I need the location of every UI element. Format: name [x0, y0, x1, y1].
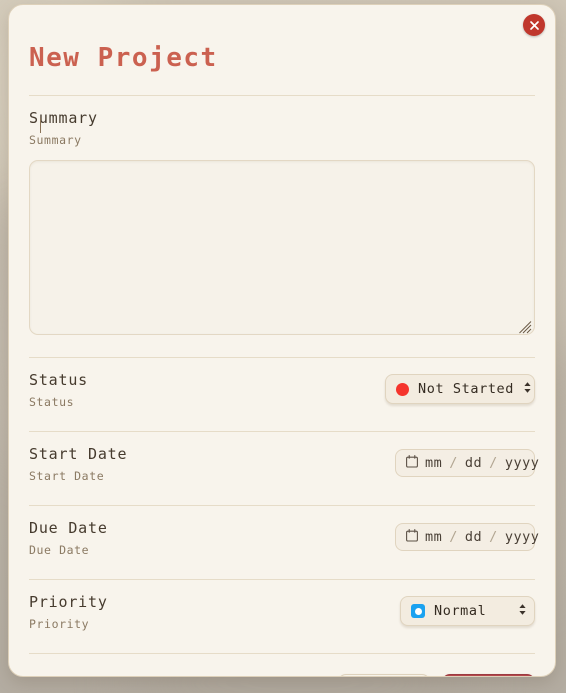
status-dot-icon [396, 382, 409, 396]
due-date-placeholder-year: yyyy [504, 529, 540, 545]
new-project-modal: New Project Summary Summary Status Statu… [8, 4, 556, 677]
start-date-separator: / [489, 455, 498, 471]
status-sublabel: Status [29, 395, 75, 409]
status-select[interactable]: Not Started [385, 374, 535, 404]
due-date-separator: / [489, 529, 498, 545]
field-priority: Priority Priority Normal [29, 580, 535, 631]
due-date-placeholder-month: mm [425, 529, 443, 545]
priority-select[interactable]: Normal [400, 596, 535, 626]
page-title: New Project [29, 43, 218, 73]
priority-square-icon [411, 604, 425, 618]
modal-footer: Cancel Submit [29, 654, 535, 676]
chevron-up-down-icon [518, 603, 527, 620]
status-labels: Status Status [29, 371, 88, 409]
due-date-placeholder-day: dd [464, 529, 483, 545]
due-date-label: Due Date [29, 519, 108, 537]
field-summary: Summary Summary [29, 96, 535, 335]
calendar-icon [406, 528, 418, 546]
text-caret [40, 118, 41, 133]
priority-selected-value: Normal [434, 603, 487, 619]
calendar-icon [406, 454, 418, 472]
start-date-labels: Start Date Start Date [29, 445, 127, 483]
field-start-date: Start Date Start Date mm / dd / yyyy [29, 432, 539, 483]
due-date-input[interactable]: mm / dd / yyyy [395, 523, 539, 551]
priority-sublabel: Priority [29, 617, 90, 631]
priority-labels: Priority Priority [29, 593, 108, 631]
due-date-labels: Due Date Due Date [29, 519, 108, 557]
status-selected-value: Not Started [418, 381, 515, 397]
priority-label: Priority [29, 593, 108, 611]
start-date-placeholder-year: yyyy [504, 455, 540, 471]
summary-sublabel: Summary [29, 133, 82, 147]
start-date-placeholder-month: mm [425, 455, 443, 471]
start-date-placeholder-day: dd [464, 455, 483, 471]
cancel-button[interactable]: Cancel [337, 674, 431, 676]
submit-button[interactable]: Submit [442, 674, 535, 676]
start-date-sublabel: Start Date [29, 469, 105, 483]
modal-body: New Project Summary Summary Status Statu… [9, 5, 555, 676]
due-date-separator: / [449, 529, 458, 545]
summary-input[interactable] [29, 160, 535, 335]
summary-label-row: Summary Summary [29, 96, 535, 147]
field-due-date: Due Date Due Date mm / dd / yyyy [29, 506, 539, 557]
start-date-separator: / [449, 455, 458, 471]
status-label: Status [29, 371, 88, 389]
start-date-input[interactable]: mm / dd / yyyy [395, 449, 539, 477]
chevron-up-down-icon [523, 381, 532, 398]
due-date-sublabel: Due Date [29, 543, 90, 557]
field-status: Status Status Not Started [29, 358, 535, 409]
start-date-label: Start Date [29, 445, 128, 463]
